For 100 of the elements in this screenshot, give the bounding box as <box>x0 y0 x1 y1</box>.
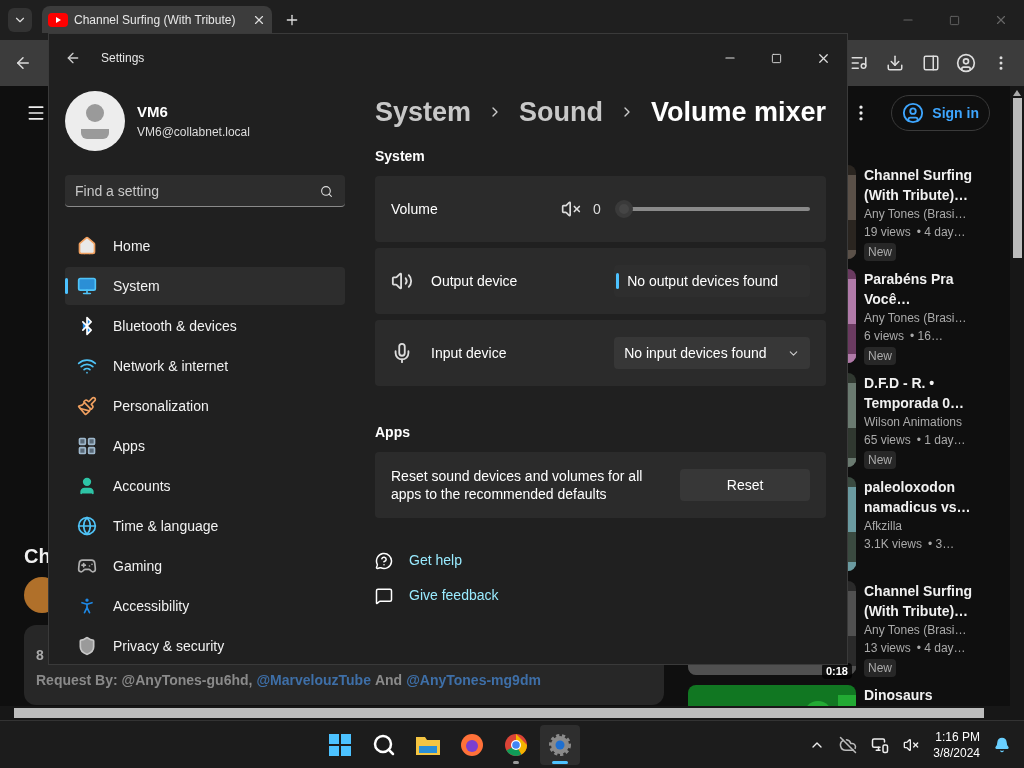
breadcrumb-item[interactable]: Sound <box>519 91 604 133</box>
user-avatar <box>65 91 125 151</box>
speaker-icon <box>391 270 413 292</box>
new-badge: New <box>864 659 896 677</box>
reset-button[interactable]: Reset <box>680 469 811 501</box>
channel-name: Wilson Animations <box>864 414 964 431</box>
section-heading: System <box>375 147 426 166</box>
new-badge: New <box>864 347 896 365</box>
profile-icon[interactable] <box>956 53 976 73</box>
channel-name: Any Tones (Brasi… <box>864 622 968 639</box>
view-count: 13 views <box>864 640 911 657</box>
setting-label: Volume <box>391 199 439 219</box>
person-icon <box>902 102 925 124</box>
new-badge: New <box>864 243 896 261</box>
breadcrumb-item: Volume mixer <box>651 95 827 129</box>
window-title: Settings <box>101 50 145 67</box>
monitor-icon <box>77 276 97 296</box>
scroll-up-icon[interactable] <box>1013 90 1021 96</box>
breadcrumb-item[interactable]: System <box>375 91 472 133</box>
media-list-icon[interactable] <box>850 54 868 72</box>
search-icon <box>371 732 396 757</box>
upload-age: • 3… <box>928 536 955 553</box>
channel-name: Any Tones (Brasi… <box>864 206 968 223</box>
view-count: 3.1K views <box>864 536 923 553</box>
view-count: 6 views <box>864 328 904 345</box>
vertical-scrollbar[interactable] <box>1010 86 1024 706</box>
horizontal-scrollbar[interactable] <box>0 706 1024 720</box>
search-field[interactable]: Find a setting <box>65 175 345 207</box>
help-icon <box>375 551 393 570</box>
video-title[interactable]: Channel Surfing (With Tribute)… <box>864 165 994 205</box>
new-badge: New <box>864 451 896 469</box>
user-name: VM6 <box>137 101 169 122</box>
nav-item[interactable]: Bluetooth & devices <box>65 307 345 345</box>
nav-item[interactable]: Home <box>65 227 345 265</box>
play-logo-icon <box>48 12 68 27</box>
nav-item[interactable]: Accessibility <box>65 587 345 625</box>
upload-age: • 16… <box>910 328 943 345</box>
nav-item[interactable]: Privacy & security <box>65 627 345 665</box>
fox-globe-icon <box>459 732 484 757</box>
setting-label: Output device <box>431 271 519 291</box>
slider-thumb[interactable] <box>615 200 633 218</box>
cloud-icon[interactable] <box>839 735 858 754</box>
chrome-icon <box>503 732 528 757</box>
video-title[interactable]: paleoloxodon namadicus vs… <box>864 477 994 517</box>
back-icon[interactable] <box>65 50 81 66</box>
tab-list-button[interactable] <box>8 8 32 32</box>
clock[interactable]: 1:16 PM 3/8/2024 <box>933 728 980 761</box>
video-title[interactable]: D.F.D - R. • Temporada 0… <box>864 373 994 413</box>
paintbrush-icon <box>77 396 97 416</box>
windows-logo-icon <box>327 732 352 757</box>
new-tab-icon[interactable] <box>284 12 300 28</box>
description-text: And <box>374 671 403 690</box>
globe-icon <box>77 516 97 536</box>
view-count: 65 views <box>864 432 911 449</box>
help-link[interactable]: Get help <box>409 550 462 571</box>
volume-reading: 0 <box>593 199 602 219</box>
download-icon[interactable] <box>886 54 904 72</box>
gamepad-icon <box>77 556 97 576</box>
muted-speaker-icon[interactable] <box>903 736 920 753</box>
upload-age: • 4 day… <box>916 640 966 657</box>
browser-tab[interactable]: Channel Surfing (With Tribute) <box>42 6 272 33</box>
network-icon[interactable] <box>871 735 890 754</box>
channel-name: Any Tones (Brasi… <box>864 310 968 327</box>
scrollbar-thumb[interactable] <box>1012 98 1022 258</box>
device-dropdown[interactable]: No input devices found <box>614 337 811 369</box>
video-title[interactable]: Parabéns Pra Você… <box>864 269 994 309</box>
nav-item[interactable]: Accounts <box>65 467 345 505</box>
nav-item[interactable]: System <box>65 267 345 305</box>
house-icon <box>77 236 97 256</box>
description-text: Request By: @AnyTones-gu6hd, <box>36 671 253 690</box>
nav-item[interactable]: Personalization <box>65 387 345 425</box>
help-link[interactable]: Give feedback <box>409 585 499 606</box>
muted-speaker-icon[interactable] <box>561 199 581 219</box>
back-icon[interactable] <box>14 54 32 72</box>
nav-item[interactable]: Time & language <box>65 507 345 545</box>
gear-icon <box>547 732 572 757</box>
nav-item[interactable]: Network & internet <box>65 347 345 385</box>
feedback-icon <box>375 586 393 605</box>
nav-item[interactable]: Apps <box>65 427 345 465</box>
search-icon <box>320 185 333 198</box>
video-title[interactable]: Channel Surfing (With Tribute)… <box>864 581 994 621</box>
nav-item[interactable]: Gaming <box>65 547 345 585</box>
volume-slider[interactable] <box>615 200 811 218</box>
shield-icon <box>77 636 97 656</box>
view-count: 8 <box>36 646 44 665</box>
setting-label: Input device <box>431 343 508 363</box>
app-grid-icon <box>77 436 97 456</box>
section-heading: Apps <box>375 423 411 442</box>
taskbar-button[interactable] <box>539 724 580 765</box>
side-panel-icon[interactable] <box>922 54 940 72</box>
upload-age: • 1 day… <box>916 432 966 449</box>
setting-description: Reset sound devices and volumes for all apps to the recommended defaults <box>391 467 644 503</box>
bell-icon[interactable] <box>994 736 1010 753</box>
video-title[interactable]: Dinosaurs <box>864 685 994 705</box>
scrollbar-thumb[interactable] <box>14 708 984 718</box>
menu-icon[interactable] <box>26 103 46 123</box>
wifi-icon <box>77 356 97 376</box>
tab-title: Channel Surfing (With Tribute) <box>74 11 236 29</box>
channel-name: Afkzilla <box>864 518 903 535</box>
upload-age: • 4 day… <box>916 224 966 241</box>
